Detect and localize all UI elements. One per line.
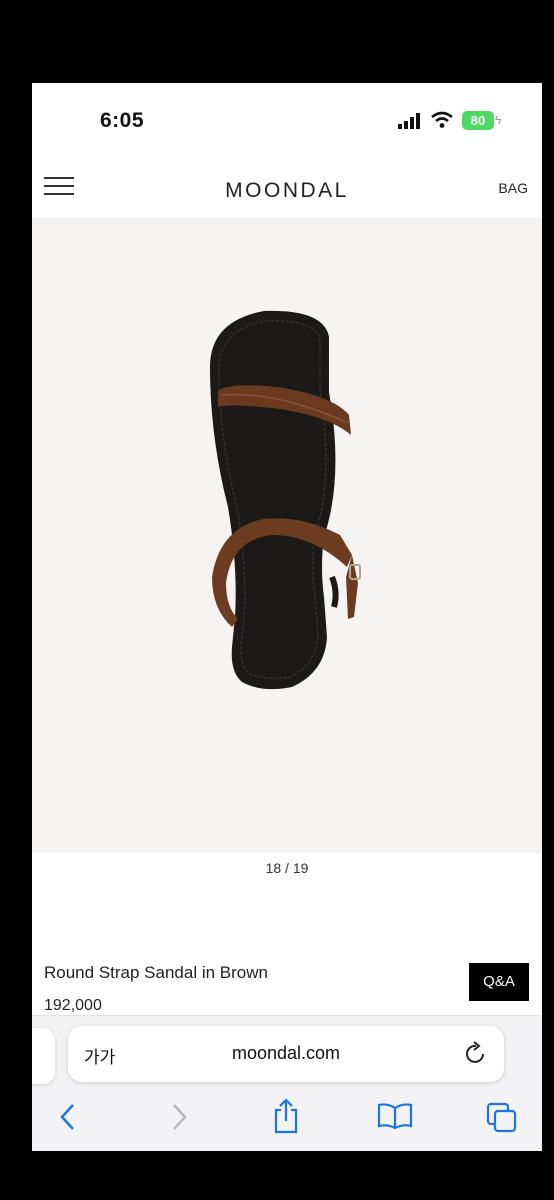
product-price: 192,000 bbox=[44, 997, 102, 1014]
status-time: 6:05 bbox=[100, 109, 145, 132]
sandal-illustration bbox=[210, 310, 361, 690]
reload-icon[interactable] bbox=[464, 1040, 488, 1066]
charging-bolt-icon: ϟ bbox=[495, 113, 502, 127]
bag-link[interactable]: BAG bbox=[498, 180, 528, 196]
status-bar: 6:05 80 ϟ bbox=[32, 83, 542, 153]
previous-tab-card[interactable] bbox=[32, 1028, 55, 1084]
address-bar[interactable]: 가가 moondal.com bbox=[68, 1026, 504, 1082]
browser-toolbar: 가가 moondal.com bbox=[32, 1015, 542, 1151]
tabs-icon[interactable] bbox=[486, 1102, 518, 1134]
site-header: MOONDAL BAG bbox=[32, 167, 542, 217]
signal-icon bbox=[398, 113, 420, 129]
phone-screen: 6:05 80 ϟ MOONDAL BAG 18 / 19 Round Stra… bbox=[32, 83, 542, 1151]
image-counter: 18 / 19 bbox=[265, 860, 309, 876]
battery-icon: 80 bbox=[462, 111, 494, 130]
site-logo[interactable]: MOONDAL bbox=[32, 179, 542, 203]
qa-button[interactable]: Q&A bbox=[469, 963, 529, 1001]
back-icon[interactable] bbox=[58, 1102, 78, 1132]
forward-icon[interactable] bbox=[169, 1102, 189, 1132]
url-text[interactable]: moondal.com bbox=[68, 1043, 504, 1064]
product-image[interactable] bbox=[32, 217, 542, 853]
wifi-icon bbox=[431, 111, 453, 128]
share-icon[interactable] bbox=[272, 1098, 300, 1134]
bookmarks-icon[interactable] bbox=[377, 1102, 413, 1130]
product-title: Round Strap Sandal in Brown bbox=[44, 963, 268, 982]
